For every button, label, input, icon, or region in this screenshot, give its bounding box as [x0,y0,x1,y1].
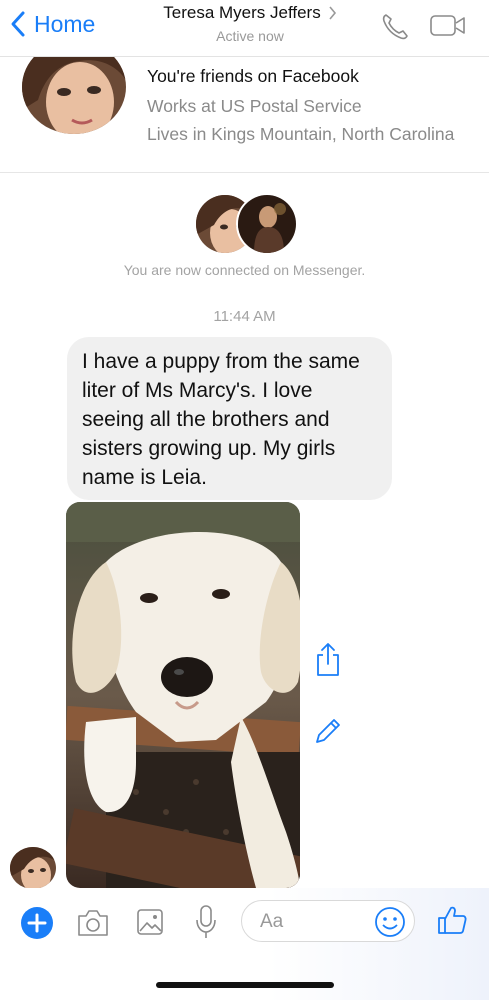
plus-icon[interactable] [20,906,54,940]
divider [0,172,489,173]
contact-name: Teresa Myers Jeffers [163,3,321,22]
message-line: seeing all the brothers and [82,408,330,431]
active-status: Active now [216,28,284,44]
camera-icon[interactable] [76,908,110,938]
video-icon[interactable] [430,14,466,38]
chevron-right-icon [329,6,336,20]
chevron-left-icon [11,11,25,37]
friends-text: You're friends on Facebook [147,66,359,86]
phone-icon[interactable] [380,12,410,42]
message-line: sisters growing up. My girls [82,437,336,460]
message-line: name is Leia. [82,466,207,489]
thumbs-up-icon[interactable] [436,904,468,936]
work-text: Works at US Postal Service [147,96,362,116]
location-text: Lives in Kings Mountain, North Carolina [147,124,455,144]
puppy-photo[interactable] [66,502,300,888]
share-icon[interactable] [314,642,342,678]
user-avatar [236,193,298,255]
message-line: liter of Ms Marcy's. I love [82,379,313,402]
emoji-icon[interactable] [374,906,406,938]
connected-notice: You are now connected on Messenger. [123,262,366,278]
image-icon[interactable] [136,907,164,937]
edit-icon[interactable] [313,716,343,746]
mic-icon[interactable] [194,904,218,940]
conversation-header: Home Teresa Myers Jeffers Active now [0,0,489,57]
message-line: I have a puppy from the same [82,350,360,373]
message-input-placeholder: Aa [260,911,284,932]
back-button[interactable]: Home [8,10,95,38]
contact-title[interactable]: Teresa Myers Jeffers Active now [150,3,350,44]
message-bubble[interactable]: I have a puppy from the same liter of Ms… [67,337,392,500]
sender-avatar[interactable] [10,847,56,889]
message-timestamp: 11:44 AM [213,308,276,325]
message-input[interactable]: Aa [241,900,415,942]
back-label: Home [34,10,96,37]
home-indicator[interactable] [156,982,334,988]
